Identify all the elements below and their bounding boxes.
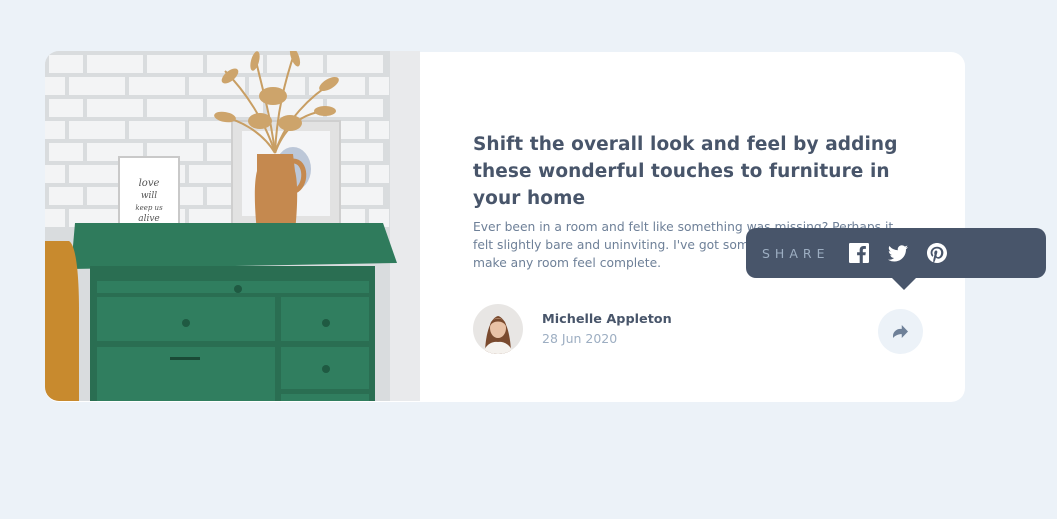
article-content: Shift the overall look and feel by addin… xyxy=(473,52,933,402)
share-arrow-icon xyxy=(893,325,908,338)
article-headline: Shift the overall look and feel by addin… xyxy=(473,134,898,209)
facebook-icon xyxy=(849,243,870,263)
publish-date: 28 Jun 2020 xyxy=(542,331,618,346)
pinterest-link[interactable] xyxy=(927,243,948,263)
svg-text:love: love xyxy=(139,178,160,189)
svg-text:keep us: keep us xyxy=(135,204,163,212)
author-avatar xyxy=(473,304,523,354)
svg-text:will: will xyxy=(141,191,157,201)
author-name: Michelle Appleton xyxy=(542,312,672,327)
share-label: SHARE xyxy=(762,245,830,261)
svg-text:alive: alive xyxy=(138,214,160,224)
twitter-icon xyxy=(888,244,909,262)
twitter-link[interactable] xyxy=(888,244,909,262)
share-popover: SHARE xyxy=(746,228,1046,290)
article-card: love will keep us alive Shift the overal… xyxy=(45,51,965,402)
share-button[interactable] xyxy=(878,309,923,354)
pinterest-icon xyxy=(927,243,948,263)
facebook-link[interactable] xyxy=(849,243,870,263)
article-image: love will keep us alive xyxy=(45,51,420,401)
